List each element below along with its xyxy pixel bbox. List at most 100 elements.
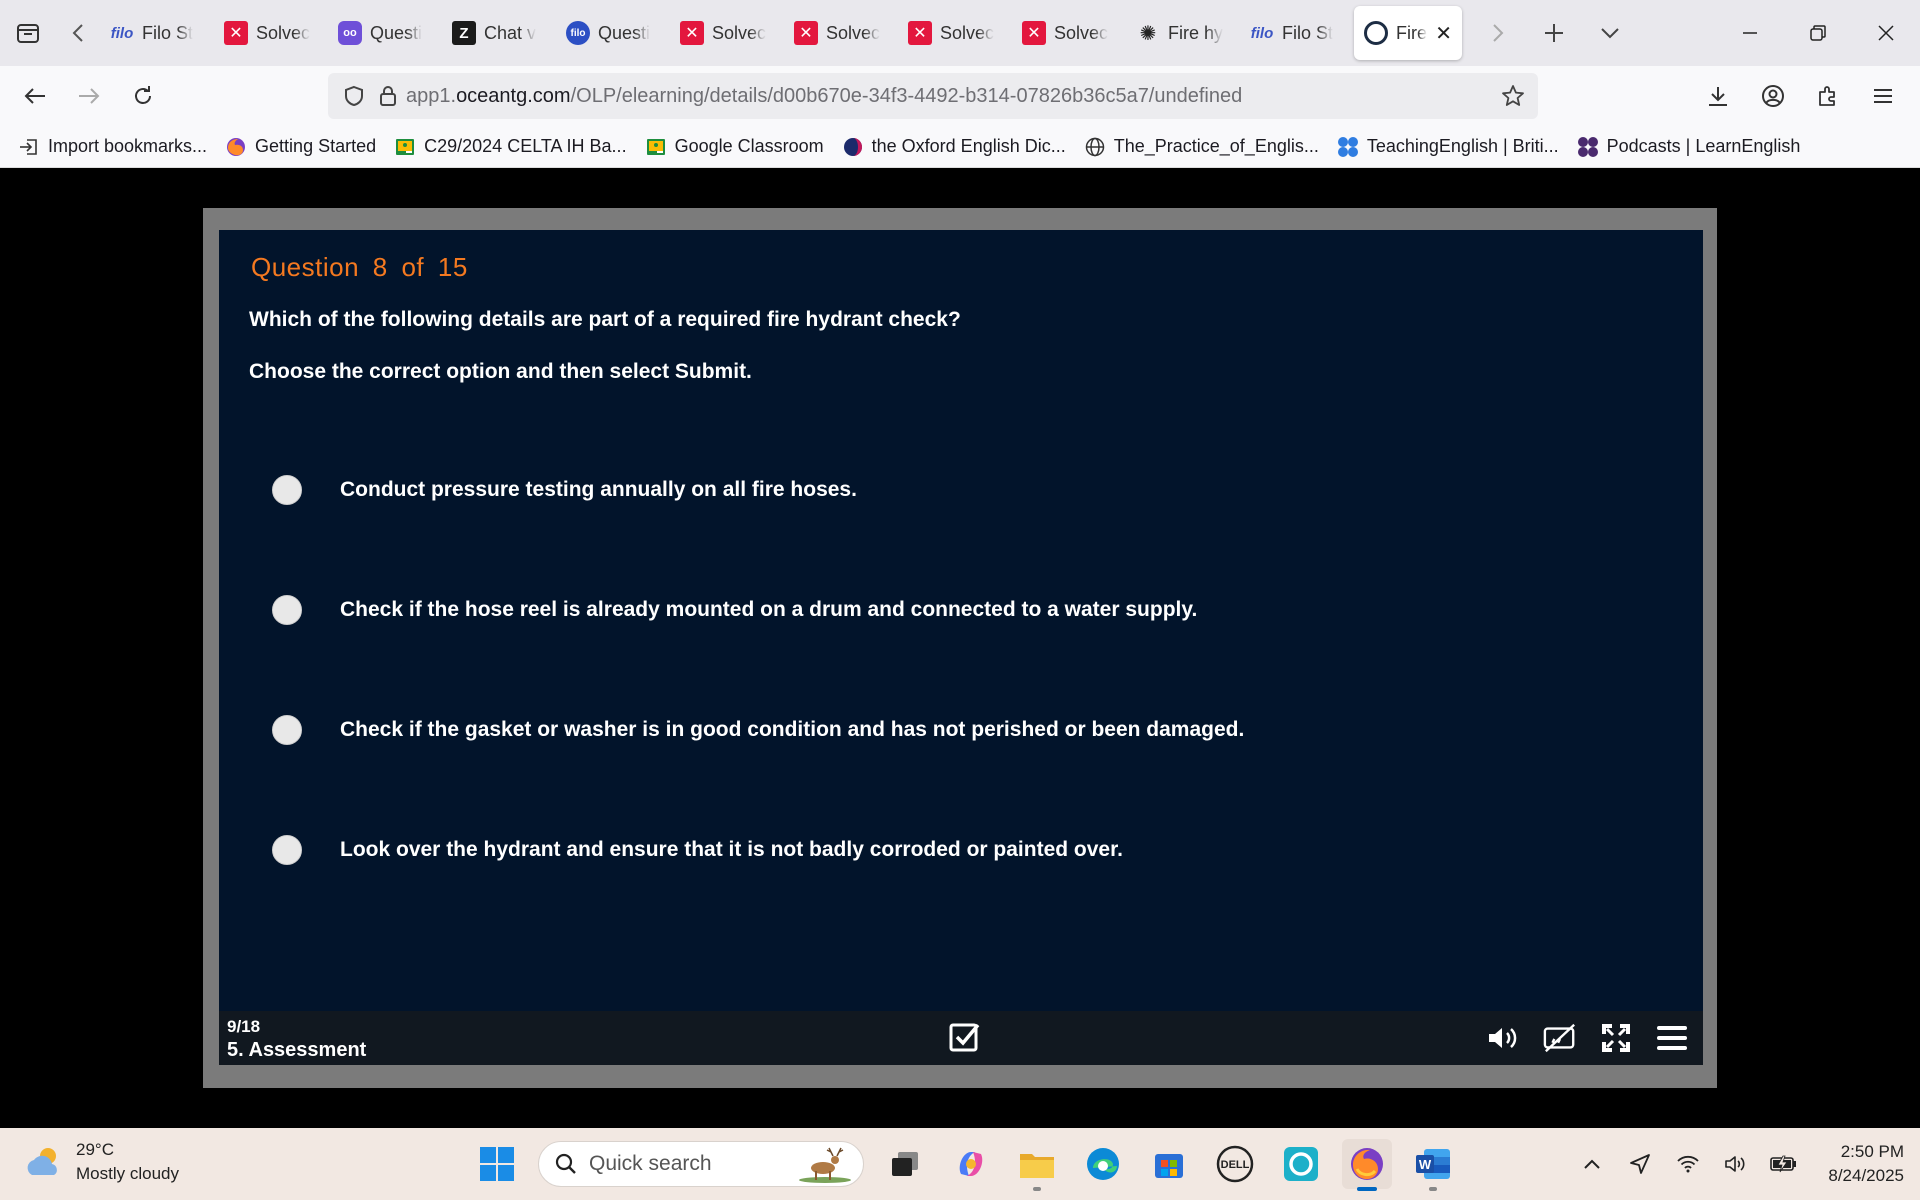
captions-off-icon[interactable] bbox=[1543, 1021, 1577, 1055]
answer-option-label: Check if the gasket or washer is in good… bbox=[340, 718, 1245, 741]
answer-option-1[interactable]: Conduct pressure testing annually on all… bbox=[272, 475, 857, 505]
volume-icon[interactable] bbox=[1487, 1021, 1521, 1055]
wifi-icon[interactable] bbox=[1674, 1150, 1702, 1178]
bookmark-item[interactable]: the Oxford English Dic... bbox=[842, 136, 1066, 158]
answer-option-label: Conduct pressure testing annually on all… bbox=[340, 478, 857, 501]
url-path: /OLP/elearning/details/d00b670e-34f3-449… bbox=[570, 84, 1243, 107]
extensions-icon[interactable] bbox=[1800, 69, 1855, 123]
dell-icon[interactable]: DELL bbox=[1210, 1139, 1260, 1189]
taskbar-search[interactable]: Quick search bbox=[538, 1141, 864, 1187]
show-hidden-icons-chevron-icon[interactable] bbox=[1578, 1150, 1606, 1178]
firefox-icon bbox=[225, 136, 247, 158]
clock[interactable]: 2:50 PM 8/24/2025 bbox=[1828, 1140, 1904, 1188]
reload-icon[interactable] bbox=[116, 69, 170, 123]
url-text[interactable]: app1.oceantg.com/OLP/elearning/details/d… bbox=[406, 85, 1242, 108]
tab-label: Chat v bbox=[484, 22, 537, 43]
globe-icon bbox=[1084, 136, 1106, 158]
app-menu-icon[interactable] bbox=[1855, 69, 1910, 123]
running-indicator bbox=[1429, 1187, 1437, 1191]
answer-option-2[interactable]: Check if the hose reel is already mounte… bbox=[272, 595, 1197, 625]
back-icon[interactable] bbox=[8, 69, 62, 123]
answer-option-3[interactable]: Check if the gasket or washer is in good… bbox=[272, 715, 1244, 745]
url-bar[interactable]: app1.oceantg.com/OLP/elearning/details/d… bbox=[328, 73, 1538, 119]
bookmark-label: Import bookmarks... bbox=[48, 136, 208, 156]
tab[interactable]: filo Filo St bbox=[1240, 6, 1354, 60]
tab[interactable]: Z Chat v bbox=[442, 6, 556, 60]
file-explorer-icon[interactable] bbox=[1012, 1139, 1062, 1191]
system-tray: 2:50 PM 8/24/2025 bbox=[1578, 1136, 1904, 1192]
restore-icon[interactable] bbox=[1784, 0, 1852, 66]
close-tab-icon[interactable]: ✕ bbox=[1435, 21, 1452, 46]
bookmark-item[interactable]: Getting Started bbox=[225, 136, 376, 158]
tab-scroll-right-icon[interactable] bbox=[1470, 0, 1526, 66]
bookmark-item[interactable]: C29/2024 CELTA IH Ba... bbox=[394, 136, 627, 158]
weather-widget[interactable]: 29°C Mostly cloudy bbox=[24, 1138, 179, 1186]
answer-option-label: Look over the hydrant and ensure that it… bbox=[340, 838, 1123, 861]
bookmark-item[interactable]: TeachingEnglish | Briti... bbox=[1337, 136, 1559, 158]
section-title: 5. Assessment bbox=[227, 1039, 367, 1061]
tab[interactable]: oo Questi bbox=[328, 6, 442, 60]
lock-icon[interactable] bbox=[374, 73, 402, 119]
radio-button[interactable] bbox=[272, 715, 302, 745]
answer-option-4[interactable]: Look over the hydrant and ensure that it… bbox=[272, 835, 1123, 865]
bookmark-item[interactable]: Google Classroom bbox=[645, 136, 824, 158]
classroom-icon bbox=[645, 136, 667, 158]
tab-groups-icon[interactable] bbox=[0, 0, 56, 66]
clock-time: 2:50 PM bbox=[1840, 1142, 1904, 1161]
start-menu-icon[interactable] bbox=[472, 1139, 522, 1189]
battery-charging-icon[interactable] bbox=[1770, 1150, 1798, 1178]
account-icon[interactable] bbox=[1745, 69, 1800, 123]
bookmark-label: C29/2024 CELTA IH Ba... bbox=[424, 136, 627, 156]
url-domain: oceantg.com bbox=[456, 84, 571, 107]
player-menu-icon[interactable] bbox=[1655, 1021, 1689, 1055]
tab[interactable]: ✺ Fire hy bbox=[1126, 6, 1240, 60]
fullscreen-icon[interactable] bbox=[1599, 1021, 1633, 1055]
solved-x-icon: ✕ bbox=[680, 21, 704, 45]
location-icon[interactable] bbox=[1626, 1150, 1654, 1178]
clock-date: 8/24/2025 bbox=[1828, 1166, 1904, 1185]
task-view-icon[interactable] bbox=[880, 1139, 930, 1189]
tab-scroll-left-icon[interactable] bbox=[56, 0, 100, 66]
tracking-protection-shield-icon[interactable] bbox=[334, 73, 374, 119]
british-council-icon bbox=[1577, 136, 1599, 158]
bookmark-item[interactable]: Podcasts | LearnEnglish bbox=[1577, 136, 1800, 158]
tab[interactable]: filo Questi bbox=[556, 6, 670, 60]
firefox-taskbar-icon[interactable] bbox=[1342, 1139, 1392, 1191]
microsoft-store-icon[interactable] bbox=[1144, 1139, 1194, 1189]
word-icon[interactable]: W bbox=[1408, 1139, 1458, 1191]
close-window-icon[interactable] bbox=[1852, 0, 1920, 66]
radio-button[interactable] bbox=[272, 595, 302, 625]
radio-button[interactable] bbox=[272, 475, 302, 505]
weather-condition: Mostly cloudy bbox=[76, 1164, 179, 1183]
minimize-icon[interactable] bbox=[1716, 0, 1784, 66]
bookmark-item[interactable]: The_Practice_of_Englis... bbox=[1084, 136, 1319, 158]
solved-x-icon: ✕ bbox=[1022, 21, 1046, 45]
tab-active[interactable]: Fire ✕ bbox=[1354, 6, 1462, 60]
list-all-tabs-icon[interactable] bbox=[1582, 0, 1638, 66]
submit-checkbox-icon[interactable] bbox=[947, 1019, 983, 1055]
bookmark-star-icon[interactable] bbox=[1488, 84, 1538, 108]
tab[interactable]: ✕ Solvec bbox=[214, 6, 328, 60]
forward-icon[interactable] bbox=[62, 69, 116, 123]
alexa-icon[interactable] bbox=[1276, 1139, 1326, 1189]
chatgpt-icon: ✺ bbox=[1139, 22, 1157, 45]
edge-icon[interactable] bbox=[1078, 1139, 1128, 1189]
tab-label: Solvec bbox=[940, 22, 995, 43]
question-prompt: Which of the following details are part … bbox=[249, 308, 961, 331]
tab[interactable]: ✕ Solvec bbox=[670, 6, 784, 60]
copilot-icon[interactable] bbox=[946, 1139, 996, 1189]
tab-label: Questi bbox=[598, 22, 651, 43]
bookmark-item[interactable]: Import bookmarks... bbox=[18, 136, 207, 158]
new-tab-icon[interactable] bbox=[1526, 0, 1582, 66]
oceantg-icon bbox=[1364, 21, 1388, 45]
tab[interactable]: ✕ Solvec bbox=[784, 6, 898, 60]
tab[interactable]: filo Filo St bbox=[100, 6, 214, 60]
tab[interactable]: ✕ Solvec bbox=[898, 6, 1012, 60]
filo-icon: filo bbox=[110, 24, 134, 42]
radio-button[interactable] bbox=[272, 835, 302, 865]
speaker-icon[interactable] bbox=[1722, 1150, 1750, 1178]
tab-label: Filo St bbox=[142, 22, 194, 43]
tab[interactable]: ✕ Solvec bbox=[1012, 6, 1126, 60]
question-counter: Question 8 of 15 bbox=[251, 252, 468, 282]
downloads-icon[interactable] bbox=[1690, 69, 1745, 123]
